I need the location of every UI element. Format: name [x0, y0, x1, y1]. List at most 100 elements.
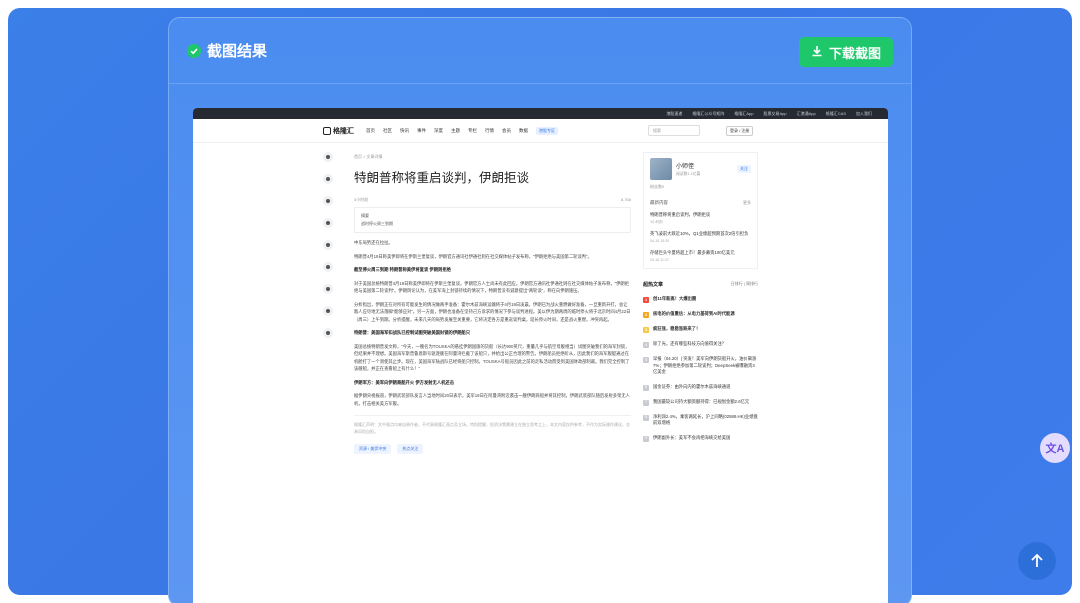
- bell-icon[interactable]: [323, 328, 333, 338]
- article-meta: 3小时前 8,768: [354, 197, 631, 203]
- topbar-link[interactable]: 加入我们: [856, 111, 872, 117]
- article-title: 特朗普称将重启谈判，伊朗拒谈: [354, 171, 530, 185]
- paragraph-heading: 伊朗军方：美军向伊朗商船开火 伊方发射无人机还击: [354, 379, 455, 385]
- logo-icon: [323, 126, 331, 135]
- hot-item-title: 净利润2.4%，乘客两延长，沪上同略(02589.HK)业绩盘前双增格: [653, 413, 758, 426]
- hot-rank: 8: [643, 414, 649, 421]
- sidebar: 小师侄 阅读数1.1亿篇 关注 粉丝数0 最新内容 更多 特朗普称将重启谈判，伊…: [643, 152, 758, 442]
- hot-item-title: 除了光，还有哪些科技方向值得关注？: [653, 341, 727, 346]
- author-row: 小师侄 阅读数1.1亿篇 关注: [650, 158, 751, 180]
- latest-item-time: 04-18 15:30: [650, 238, 670, 243]
- latest-item-time: 04-16 11:37: [650, 257, 669, 262]
- hot-item[interactable]: 9 伊朗副外长：美军不会再把海峡交给美国: [643, 435, 758, 442]
- nav-item[interactable]: 主题: [451, 128, 460, 134]
- nav-item[interactable]: 会员: [502, 128, 511, 134]
- hot-item[interactable]: 6 国金证券：由外向内的霍尔木兹海峡通道: [643, 384, 758, 391]
- tag[interactable]: 热点关注: [397, 444, 424, 454]
- paragraph: 对于美国总统特朗普4月19日称美伊即将在伊斯兰堡复谈，伊朗官方人士尚未有此回应。…: [354, 280, 630, 294]
- topbar-link[interactable]: 汇港通App: [797, 111, 816, 117]
- nav-item[interactable]: 专栏: [468, 128, 477, 134]
- author-stats: 阅读数1.1亿篇: [676, 172, 701, 176]
- download-label: 下载截图: [828, 45, 881, 61]
- download-icon: [811, 45, 823, 60]
- article-summary: 摘要 战时停火周三到期: [354, 207, 631, 233]
- nav-item[interactable]: 快讯: [400, 128, 409, 134]
- topbar-link[interactable]: 格隆汇App: [734, 111, 753, 117]
- hot-item[interactable]: 1 创11年新高！大爆出圈: [643, 296, 758, 303]
- latest-item-title: 存储巨头今夏将超上市！最多募资100亿美元: [650, 250, 735, 255]
- hot-item-title: 核电的价值重估：从电力基荷到AI时代能源: [653, 311, 735, 316]
- wechat-icon[interactable]: [323, 174, 333, 184]
- comment-icon[interactable]: [323, 262, 333, 272]
- latest-item[interactable]: 特朗普称将重启谈判，伊朗拒谈 3小时前: [650, 212, 751, 225]
- hot-rank: 4: [643, 342, 649, 348]
- logo-text: 格隆汇: [333, 127, 354, 135]
- nav-item[interactable]: 深度: [434, 128, 443, 134]
- nav-tag[interactable]: 港股专区: [536, 126, 558, 135]
- qq-icon[interactable]: [323, 196, 333, 206]
- hot-item[interactable]: 2 核电的价值重估：从电力基荷到AI时代能源: [643, 311, 758, 318]
- weibo-icon[interactable]: [323, 152, 333, 162]
- like-icon[interactable]: [323, 306, 333, 316]
- hot-item[interactable]: 8 净利润2.4%，乘客两延长，沪上同略(02589.HK)业绩盘前双增格: [643, 414, 758, 427]
- hot-rank: 5: [643, 357, 649, 363]
- hot-list: 1 创11年新高！大爆出圈 2 核电的价值重估：从电力基荷到AI时代能源 3 疯狂涨，稳稳…: [643, 296, 758, 442]
- hot-title: 超热文章: [643, 282, 664, 288]
- arrow-up-icon: [1031, 553, 1043, 567]
- hot-item[interactable]: 7 我国最较公司持大额资额持得：已规划金额2.6亿元: [643, 399, 758, 406]
- topbar-link[interactable]: 股票交易App: [764, 111, 787, 117]
- translate-icon[interactable]: 文A: [1040, 433, 1070, 463]
- hot-rank: 6: [643, 384, 649, 391]
- paragraph: 特朗普4月19日称美伊即将在伊斯兰堡复谈，伊朗官方通讯社伊通社则在社交媒体帖子发…: [354, 253, 592, 259]
- favorite-icon[interactable]: [323, 284, 333, 294]
- latest-header: 最新内容 更多: [650, 200, 751, 206]
- author-name[interactable]: 小师侄: [676, 161, 700, 170]
- login-button[interactable]: 登录 / 注册: [726, 126, 754, 136]
- modal-title: 截图结果: [207, 43, 268, 60]
- author-fans: 粉丝数0: [650, 184, 665, 189]
- hot-item[interactable]: 4 除了光，还有哪些科技方向值得关注？: [643, 341, 758, 348]
- nav-item[interactable]: 行情: [485, 128, 494, 134]
- tag[interactable]: 资源 / 美伊冲突: [354, 444, 392, 454]
- summary-label: 摘要: [361, 213, 369, 218]
- download-screenshot-button[interactable]: 下载截图: [799, 37, 893, 67]
- hot-item[interactable]: 5 早报（04.20）| 突发！美军向伊朗货船开火，油价飙涨7%；伊朗拒绝参加第二…: [643, 356, 758, 376]
- author-card: 小师侄 阅读数1.1亿篇 关注 粉丝数0 最新内容 更多 特朗普称将重启谈判，伊…: [643, 152, 758, 269]
- hot-rank: 3: [643, 327, 649, 333]
- paragraph-heading: 截至停火周三到期 特朗普称美伊将复谈 伊朗则拒绝: [354, 267, 451, 272]
- latest-item[interactable]: 存储巨头今夏将超上市！最多募资100亿美元 04-16 11:37: [650, 250, 751, 263]
- avatar[interactable]: [650, 158, 672, 180]
- hot-rank: 1: [643, 297, 649, 303]
- site-navbar: 格隆汇 首页 社区 快讯 事件 深度 主题 专栏 行情 会员 数据 港股专区 搜…: [193, 119, 888, 143]
- share-icon[interactable]: [323, 240, 333, 250]
- hot-tabs[interactable]: 日排行 | 周排行: [731, 281, 758, 288]
- breadcrumb: 首页 > 文章详情: [354, 154, 383, 159]
- hot-rank: 2: [643, 312, 649, 318]
- paragraph-heading: 特朗普：美国海军扣战队已控制试图突破美国封锁的伊朗船只: [354, 330, 471, 335]
- latest-more-link[interactable]: 更多: [743, 200, 751, 206]
- article-time: 3小时前: [354, 197, 369, 202]
- follow-button[interactable]: 关注: [737, 165, 751, 173]
- article-views: 8,768: [620, 197, 631, 202]
- summary-text: 战时停火周三到期: [361, 221, 393, 226]
- preview-fade: [193, 568, 888, 603]
- site-topbar: 港股速递 格隆汇公众号矩阵 格隆汇App 股票交易App 汇港通App 格隆汇C…: [193, 108, 888, 119]
- screenshot-result-modal: 截图结果 下载截图 港股速递 格隆汇公众号矩阵 格隆汇App 股票交易App 汇…: [168, 17, 912, 603]
- site-logo[interactable]: 格隆汇: [323, 126, 354, 136]
- topbar-link[interactable]: 港股速递: [666, 111, 682, 117]
- latest-item[interactable]: 英飞凌前大跌近10%，Q1业绩超预期首次2倍引担负 04-18 15:30: [650, 231, 751, 244]
- topbar-link[interactable]: 格隆汇公众号矩阵: [692, 111, 724, 117]
- latest-item-time: 3小时前: [650, 219, 663, 224]
- hot-item[interactable]: 3 疯狂涨，稳稳涨跌来了！: [643, 326, 758, 333]
- site-search-input[interactable]: 搜索: [648, 125, 700, 136]
- nav-item[interactable]: 事件: [417, 128, 426, 134]
- screenshot-preview: 港股速递 格隆汇公众号矩阵 格隆汇App 股票交易App 汇港通App 格隆汇C…: [193, 108, 888, 603]
- back-to-top-button[interactable]: [1018, 542, 1056, 580]
- topbar-link[interactable]: 格隆汇CAS: [826, 111, 846, 117]
- nav-item[interactable]: 首页: [366, 128, 375, 134]
- share-rail: [323, 152, 333, 338]
- star-icon[interactable]: [323, 218, 333, 228]
- paragraph: 据伊朗央视报道，伊朗武装部队发言人当地时间20日表示，美军19日在阿曼湾附近袭击…: [354, 393, 630, 406]
- nav-item[interactable]: 数据: [519, 128, 528, 134]
- nav-item[interactable]: 社区: [383, 128, 392, 134]
